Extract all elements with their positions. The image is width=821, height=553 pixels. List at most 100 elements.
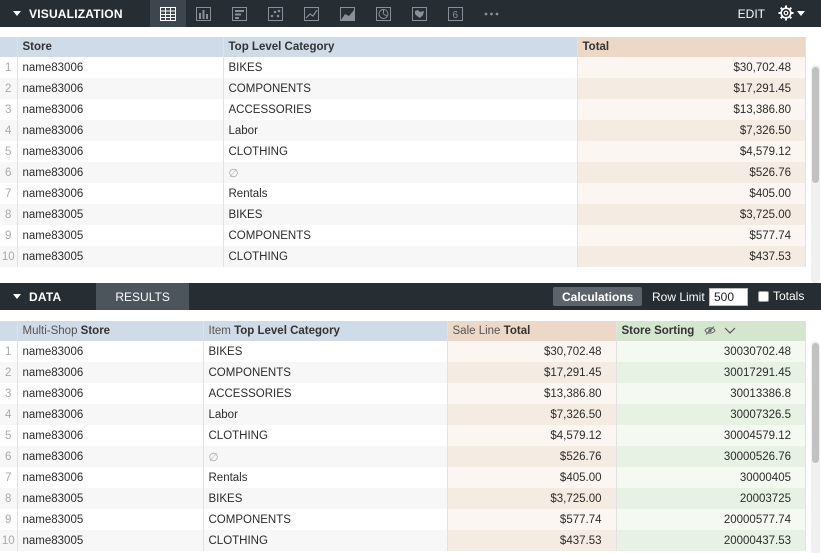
- table-row: 3 name83006 ACCESSORIES $13,386.80: [0, 99, 806, 120]
- visualization-toggle[interactable]: VISUALIZATION: [0, 7, 123, 21]
- cell-total: $577.74: [447, 509, 617, 530]
- scrollbar-thumb[interactable]: [812, 343, 819, 463]
- table-row: 6 name83006 ∅ $526.76 30000526.76: [0, 446, 806, 467]
- row-number: 1: [0, 341, 18, 362]
- cell-category: BIKES: [223, 57, 578, 78]
- cell-category: ∅: [223, 162, 578, 183]
- visualization-scrollbar[interactable]: [811, 65, 820, 283]
- row-number: 1: [0, 57, 18, 78]
- column-view-label: Sale Line: [452, 325, 501, 337]
- tab-results[interactable]: RESULTS: [96, 283, 189, 310]
- results-scrollbar[interactable]: [811, 341, 820, 553]
- cell-store: name83006: [17, 467, 204, 488]
- cell-total: $7,326.50: [577, 120, 806, 141]
- cell-total: $13,386.80: [577, 99, 806, 120]
- table-row: 7 name83006 Rentals $405.00: [0, 183, 806, 204]
- cell-category: Rentals: [223, 183, 578, 204]
- totals-checkbox[interactable]: [758, 290, 769, 302]
- edit-button[interactable]: EDIT: [738, 7, 765, 21]
- table-row: 1 name83006 BIKES $30,702.48 30030702.48: [0, 341, 806, 362]
- column-header-store-sorting[interactable]: Store Sorting: [616, 321, 806, 341]
- totals-toggle[interactable]: Totals: [758, 289, 804, 303]
- cell-store: name83006: [17, 404, 204, 425]
- cell-store-sorting: 30000405: [616, 467, 806, 488]
- row-number: 2: [0, 362, 18, 383]
- row-number: 2: [0, 78, 18, 99]
- map-icon[interactable]: [402, 0, 438, 27]
- cell-total: $7,326.50: [447, 404, 617, 425]
- table-row: 10 name83005 CLOTHING $437.53 20000437.53: [0, 530, 806, 551]
- cell-category: COMPONENTS: [223, 225, 578, 246]
- cell-total: $437.53: [447, 530, 617, 551]
- table-row: 4 name83006 Labor $7,326.50 30007326.5: [0, 404, 806, 425]
- cell-store: name83006: [17, 162, 224, 183]
- single-value-icon[interactable]: 6: [438, 0, 474, 27]
- cell-store: name83006: [17, 425, 204, 446]
- cell-total: $405.00: [577, 183, 806, 204]
- column-view-label: Multi-Shop: [22, 325, 78, 337]
- cell-total: $3,725.00: [447, 488, 617, 509]
- cell-category: CLOTHING: [203, 425, 448, 446]
- cell-store: name83006: [17, 183, 224, 204]
- cell-store-sorting: 20000577.74: [616, 509, 806, 530]
- cell-total: $526.76: [577, 162, 806, 183]
- svg-text:6: 6: [453, 10, 459, 21]
- row-number: 10: [0, 530, 18, 551]
- column-header-total[interactable]: Total: [577, 37, 806, 57]
- more-icon[interactable]: [474, 0, 510, 27]
- table-row: 2 name83006 COMPONENTS $17,291.45: [0, 78, 806, 99]
- results-table: Multi-Shop Store Item Top Level Category…: [0, 321, 806, 551]
- table-row: 8 name83005 BIKES $3,725.00: [0, 204, 806, 225]
- column-header-total[interactable]: Sale Line Total: [447, 321, 617, 341]
- column-header-category[interactable]: Item Top Level Category: [203, 321, 448, 341]
- table-icon[interactable]: [149, 0, 186, 27]
- row-number: 10: [0, 246, 18, 267]
- line-chart-icon[interactable]: [294, 0, 330, 27]
- caret-down-icon: [797, 10, 805, 16]
- table-row: 6 name83006 ∅ $526.76: [0, 162, 806, 183]
- cell-category: BIKES: [203, 341, 448, 362]
- table-row: 9 name83005 COMPONENTS $577.74: [0, 225, 806, 246]
- row-limit-input[interactable]: [709, 288, 748, 306]
- cell-store: name83006: [17, 141, 224, 162]
- column-field-label: Store Sorting: [621, 325, 695, 337]
- row-number: 8: [0, 204, 18, 225]
- scatter-icon[interactable]: [258, 0, 294, 27]
- cell-total: $405.00: [447, 467, 617, 488]
- scrollbar-thumb[interactable]: [812, 67, 819, 183]
- cell-category: ∅: [203, 446, 448, 467]
- data-toggle[interactable]: DATA: [0, 290, 61, 304]
- column-view-label: Item: [208, 325, 231, 337]
- data-panel: Multi-Shop Store Item Top Level Category…: [0, 310, 821, 553]
- totals-label: Totals: [773, 289, 805, 303]
- column-header-store[interactable]: Multi-Shop Store: [17, 321, 204, 341]
- row-number-header: [0, 37, 18, 57]
- column-header-category[interactable]: Top Level Category: [223, 37, 578, 57]
- cell-category: Labor: [203, 404, 448, 425]
- cell-store: name83005: [17, 204, 224, 225]
- cell-total: $17,291.45: [447, 362, 617, 383]
- table-row: 5 name83006 CLOTHING $4,579.12: [0, 141, 806, 162]
- column-chart-icon[interactable]: [222, 0, 258, 27]
- row-number: 3: [0, 99, 18, 120]
- column-header-store[interactable]: Store: [17, 37, 224, 57]
- row-number: 6: [0, 446, 18, 467]
- cell-store: name83005: [17, 225, 224, 246]
- cell-store: name83006: [17, 99, 224, 120]
- cell-store-sorting: 30013386.8: [616, 383, 806, 404]
- calculations-button[interactable]: Calculations: [553, 287, 643, 306]
- caret-down-icon: [13, 294, 21, 299]
- area-chart-icon[interactable]: [330, 0, 366, 27]
- cell-category: CLOTHING: [223, 141, 578, 162]
- eye-hidden-icon[interactable]: [703, 326, 716, 336]
- bar-chart-icon[interactable]: [186, 0, 222, 27]
- table-row: 2 name83006 COMPONENTS $17,291.45 30017291.4…: [0, 362, 806, 383]
- cell-store-sorting: 30007326.5: [616, 404, 806, 425]
- row-number: 8: [0, 488, 18, 509]
- data-bar: DATA RESULTS Calculations Row Limit Tota…: [0, 283, 821, 310]
- settings-menu-button[interactable]: [778, 5, 805, 21]
- chevron-down-icon[interactable]: [724, 327, 736, 335]
- pie-chart-icon[interactable]: [366, 0, 402, 27]
- cell-total: $526.76: [447, 446, 617, 467]
- cell-store: name83005: [17, 509, 204, 530]
